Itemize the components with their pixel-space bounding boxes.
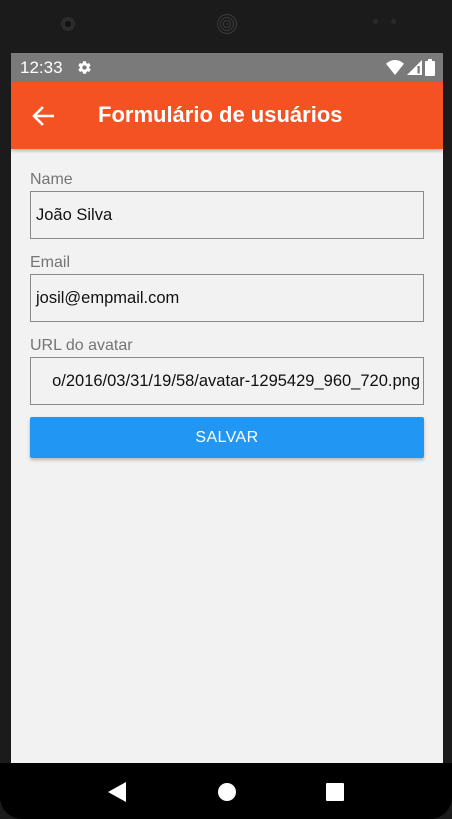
nav-recents-button[interactable] — [324, 781, 346, 803]
app-bar: Formulário de usuários — [11, 82, 443, 149]
back-button[interactable] — [27, 100, 59, 132]
nav-back-button[interactable] — [106, 781, 128, 803]
proximity-sensor — [373, 19, 378, 24]
recents-square-icon — [326, 783, 344, 801]
email-label: Email — [30, 254, 71, 271]
device-frame: 12:33 Formulário de usuários Name João S… — [0, 0, 452, 819]
navigation-bar — [0, 763, 452, 819]
wifi-icon — [386, 60, 404, 75]
status-bar: 12:33 — [11, 53, 443, 82]
status-icons — [386, 59, 435, 76]
front-camera — [61, 17, 75, 31]
page-title: Formulário de usuários — [98, 102, 343, 127]
avatar-url-field[interactable]: o/2016/03/31/19/58/avatar-1295429_960_72… — [30, 357, 424, 405]
home-circle-icon — [218, 783, 236, 801]
email-value: josil@empmail.com — [36, 288, 180, 307]
gear-icon — [78, 61, 91, 74]
signal-icon — [407, 60, 422, 75]
back-triangle-icon — [108, 782, 126, 802]
light-sensor — [391, 19, 396, 24]
status-time: 12:33 — [20, 58, 63, 77]
name-label: Name — [30, 171, 73, 188]
app-screen: 12:33 Formulário de usuários Name João S… — [11, 53, 443, 763]
avatar-url-label: URL do avatar — [30, 337, 133, 354]
name-field[interactable]: João Silva — [30, 191, 424, 239]
avatar-url-value: o/2016/03/31/19/58/avatar-1295429_960_72… — [52, 371, 420, 390]
name-value: João Silva — [36, 205, 113, 224]
arrow-left-icon — [32, 106, 54, 126]
nav-home-button[interactable] — [216, 781, 238, 803]
save-button[interactable]: SALVAR — [30, 417, 424, 458]
earpiece-speaker — [216, 13, 238, 35]
user-form: Name João Silva Email josil@empmail.com … — [30, 169, 424, 418]
battery-icon — [425, 59, 435, 76]
email-field[interactable]: josil@empmail.com — [30, 274, 424, 322]
